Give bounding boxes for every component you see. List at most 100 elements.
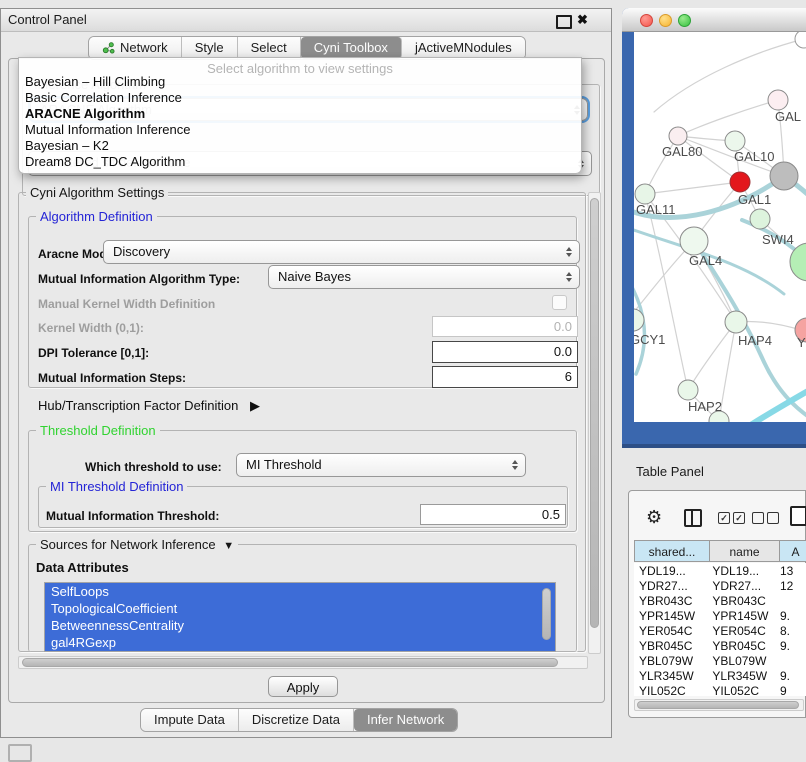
tab-style[interactable]: Style (182, 37, 238, 59)
apply-button[interactable]: Apply (268, 676, 338, 697)
attribute-list-item[interactable]: BetweennessCentrality (45, 617, 555, 634)
network-edge[interactable] (645, 194, 688, 390)
table-hscrollbar-thumb[interactable] (637, 701, 799, 709)
control-panel-title: Control Panel (8, 12, 87, 27)
popup-item[interactable]: Bayesian – Hill Climbing (25, 74, 165, 89)
table-row[interactable]: YDL19...YDL19...13 (634, 563, 806, 578)
network-node-swi4[interactable] (750, 209, 770, 229)
hub-definition-toggle[interactable]: Hub/Transcription Factor Definition ▶ (38, 398, 260, 414)
network-node-label: SWI4 (762, 232, 794, 247)
mi-threshold-field[interactable]: 0.5 (420, 504, 566, 525)
table-row[interactable]: YDR27...YDR27...12 (634, 578, 806, 593)
network-edge[interactable] (678, 100, 778, 136)
network-node-hap2[interactable] (678, 380, 698, 400)
network-node-gal4[interactable] (680, 227, 708, 255)
attribute-list-item[interactable]: TopologicalCoefficient (45, 600, 555, 617)
settings-hscrollbar-thumb[interactable] (22, 658, 558, 667)
tab-label: Discretize Data (252, 712, 340, 727)
table-row[interactable]: YPR145WYPR145W9. (634, 608, 806, 623)
table-cell (775, 653, 806, 668)
unchecked-pair-icon[interactable] (752, 512, 779, 524)
network-node[interactable] (770, 162, 798, 190)
popup-item[interactable]: Bayesian – K2 (25, 138, 109, 153)
collapse-arrow-icon: ▼ (223, 540, 234, 552)
popup-item[interactable]: ARACNE Algorithm (25, 106, 145, 121)
table-cell: YER054C (634, 623, 707, 638)
list-scrollbar-thumb[interactable] (542, 588, 551, 640)
float-window-icon[interactable] (556, 15, 572, 29)
table-cell: YPR145W (634, 608, 707, 623)
aracne-mode-combo[interactable]: Discovery (103, 240, 580, 264)
tab-network[interactable]: Network (89, 37, 182, 59)
table-row[interactable]: YBR043CYBR043C (634, 593, 806, 608)
popup-item[interactable]: Basic Correlation Inference (25, 90, 182, 105)
manual-kernel-label: Manual Kernel Width Definition (38, 297, 215, 311)
tab-discretize-data[interactable]: Discretize Data (239, 709, 354, 731)
network-canvas[interactable]: GALGAL80GAL10GAL1GAL11SWI4GAL4HAP4YGCY1H… (634, 32, 806, 422)
control-panel-titlebar[interactable] (1, 9, 611, 32)
zoom-traffic-light-icon[interactable] (678, 14, 691, 27)
manual-kernel-checkbox[interactable] (552, 295, 567, 310)
split-columns-icon[interactable] (684, 509, 702, 527)
tab-infer-network[interactable]: Infer Network (354, 709, 457, 731)
which-threshold-combo[interactable]: MI Threshold (236, 453, 526, 477)
close-icon[interactable]: ✖ (577, 12, 588, 28)
mi-steps-field[interactable]: 6 (432, 366, 578, 388)
network-node-gal[interactable] (768, 90, 788, 110)
table-row[interactable]: YER054CYER054C8. (634, 623, 806, 638)
table-cell: YDR27... (707, 578, 775, 593)
table-row[interactable]: YIL052CYIL052C9 (634, 683, 806, 696)
threshold-definition-group-title: Threshold Definition (36, 423, 160, 438)
tab-label: Network (120, 40, 168, 55)
network-node-label: HAP2 (688, 399, 722, 414)
kernel-width-label: Kernel Width (0,1): (38, 321, 144, 335)
settings-vscrollbar-thumb[interactable] (590, 198, 599, 628)
table-row[interactable]: YBR045CYBR045C9. (634, 638, 806, 653)
tab-cyni-toolbox[interactable]: Cyni Toolbox (301, 37, 402, 59)
table-cell: YBR045C (634, 638, 707, 653)
table-header: shared...nameA (634, 540, 806, 562)
kernel-width-field[interactable]: 0.0 (432, 316, 578, 337)
network-edge[interactable] (645, 182, 740, 194)
mi-type-combo[interactable]: Naive Bayes (268, 265, 580, 289)
popup-item[interactable]: Dream8 DC_TDC Algorithm (25, 154, 185, 169)
network-node-gal11[interactable] (635, 184, 655, 204)
tab-impute-data[interactable]: Impute Data (141, 709, 239, 731)
mi-threshold-group-title: MI Threshold Definition (46, 479, 187, 494)
check-icon: ✓ (733, 512, 745, 524)
table-cell: 9 (775, 683, 806, 696)
network-node[interactable] (795, 32, 806, 48)
table-body: YDL19...YDL19...13YDR27...YDR27...12YBR0… (634, 563, 806, 696)
table-cell: 12 (775, 578, 806, 593)
network-edge[interactable] (688, 322, 736, 390)
popup-item[interactable]: Mutual Information Inference (25, 122, 190, 137)
network-node-gal80[interactable] (669, 127, 687, 145)
dpi-tolerance-field[interactable]: 0.0 (432, 341, 578, 363)
tab-label: Style (195, 40, 224, 55)
mi-type-label: Mutual Information Algorithm Type: (38, 272, 240, 286)
file-icon[interactable] (790, 506, 806, 526)
table-row[interactable]: YLR345WYLR345W9. (634, 668, 806, 683)
attribute-list-item[interactable]: gal4RGexp (45, 634, 555, 651)
data-attributes-list[interactable]: SelfLoopsTopologicalCoefficientBetweenne… (44, 582, 556, 652)
gear-icon[interactable]: ⚙ (646, 507, 662, 528)
checked-pair-icon[interactable]: ✓✓ (718, 512, 745, 524)
network-edge[interactable] (694, 241, 806, 422)
expand-arrow-icon: ▶ (250, 398, 260, 413)
attribute-list-item[interactable]: SelfLoops (45, 583, 555, 600)
table-column-header[interactable]: shared... (634, 540, 710, 562)
table-column-header[interactable]: name (710, 540, 780, 562)
minimize-traffic-light-icon[interactable] (659, 14, 672, 27)
tab-jactivemnodules[interactable]: jActiveMNodules (402, 37, 525, 59)
network-edge[interactable] (746, 384, 806, 422)
tab-select[interactable]: Select (238, 37, 301, 59)
sources-group-title[interactable]: Sources for Network Inference ▼ (36, 537, 238, 552)
network-icon (102, 41, 115, 57)
network-node-hap4[interactable] (725, 311, 747, 333)
dock-handle-icon[interactable] (8, 744, 32, 762)
network-node-gal1[interactable] (730, 172, 750, 192)
network-node-gal10[interactable] (725, 131, 745, 151)
close-traffic-light-icon[interactable] (640, 14, 653, 27)
table-column-header[interactable]: A (780, 540, 806, 562)
table-row[interactable]: YBL079WYBL079W (634, 653, 806, 668)
